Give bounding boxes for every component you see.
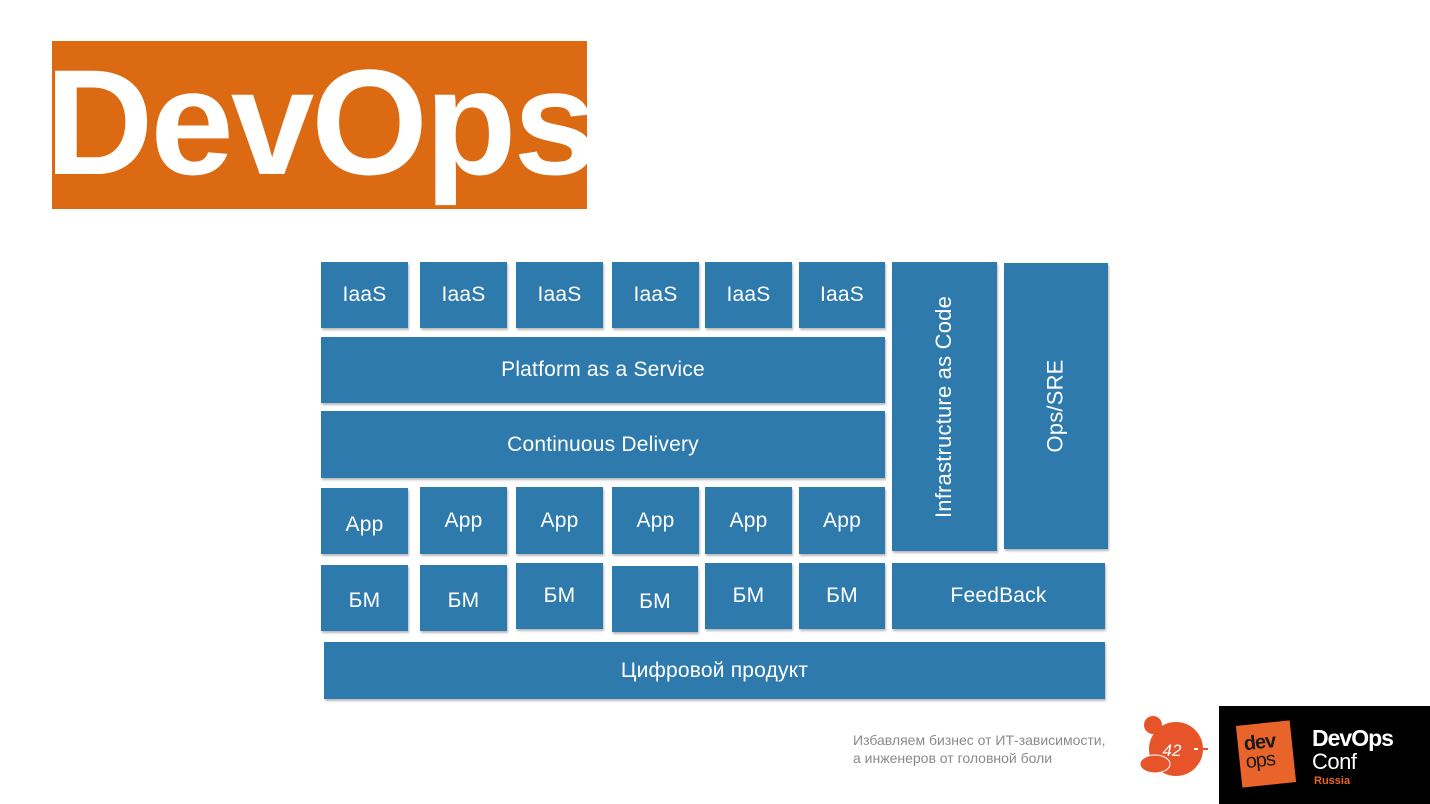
app-block: App: [612, 487, 699, 554]
feedback-block: FeedBack: [892, 563, 1105, 629]
iaas-block: IaaS: [799, 262, 885, 328]
bm-label: БМ: [732, 584, 765, 607]
app-label: App: [636, 508, 675, 532]
iaas-label: IaaS: [726, 283, 771, 306]
iaas-block: IaaS: [612, 262, 699, 328]
conf-name: DevOps: [1312, 725, 1394, 751]
bm-block: БМ: [420, 565, 507, 631]
continuous-delivery-label: Continuous Delivery: [507, 432, 699, 456]
devops-conf-logo: dev ops DevOps Conf Russia: [1219, 706, 1430, 804]
footer-tagline: Избавляем бизнес от ИТ-зависимости, а ин…: [853, 731, 1106, 767]
bm-block: БМ: [612, 566, 698, 632]
iaas-block: IaaS: [705, 262, 792, 328]
page-number: 42: [1163, 741, 1182, 760]
app-label: App: [540, 508, 579, 532]
bm-label: БМ: [447, 589, 480, 612]
app-label: App: [444, 508, 483, 532]
paas-block: Platform as a Service: [321, 337, 885, 403]
tagline-line-1: Избавляем бизнес от ИТ-зависимости,: [853, 732, 1106, 748]
bm-block: БМ: [516, 563, 603, 629]
digital-product-label: Цифровой продукт: [620, 658, 809, 682]
bm-block: БМ: [705, 563, 792, 629]
conf-label: Conf: [1312, 749, 1357, 774]
tagline-line-2: а инженеров от головной боли: [853, 750, 1053, 766]
bm-label: БМ: [348, 589, 381, 612]
bm-block: БМ: [799, 563, 885, 629]
iaas-block: IaaS: [321, 262, 408, 328]
bm-label: БМ: [826, 584, 858, 607]
app-block: App: [799, 487, 885, 554]
iaas-label: IaaS: [633, 283, 678, 306]
iaas-block: IaaS: [420, 262, 507, 328]
page-badge-icon: 42: [1139, 716, 1208, 776]
iaas-label: IaaS: [342, 283, 387, 306]
feedback-label: FeedBack: [950, 584, 1047, 607]
ops-sre-label: Ops/SRE: [1042, 359, 1068, 453]
conf-country: Russia: [1314, 775, 1351, 787]
iaas-label: IaaS: [537, 283, 582, 306]
bm-label: БМ: [543, 584, 576, 607]
paas-label: Platform as a Service: [501, 358, 705, 381]
bm-block: БМ: [321, 565, 408, 631]
iaas-label: IaaS: [441, 283, 486, 306]
logo-ops-text: ops: [1244, 748, 1276, 774]
digital-product-block: Цифровой продукт: [324, 642, 1105, 699]
app-label: App: [729, 508, 768, 532]
app-block: App: [516, 487, 603, 554]
ops-sre-block: Ops/SRE: [1004, 263, 1108, 549]
iaas-block: IaaS: [516, 262, 603, 328]
app-label: App: [823, 508, 861, 532]
app-label: App: [345, 513, 384, 536]
app-block: App: [321, 488, 408, 554]
app-block: App: [420, 487, 507, 554]
slide-title: DevOps: [45, 41, 597, 209]
infrastructure-as-code-label: Infrastructure as Code: [931, 295, 957, 518]
app-block: App: [705, 487, 792, 554]
iaas-label: IaaS: [820, 283, 864, 306]
continuous-delivery-block: Continuous Delivery: [321, 411, 885, 478]
bm-label: БМ: [639, 590, 671, 613]
infrastructure-as-code-block: Infrastructure as Code: [892, 262, 997, 551]
slide-title-text: DevOps: [45, 38, 597, 206]
page-number-badge: 42: [1138, 714, 1208, 778]
devops-logo-square: dev ops: [1235, 720, 1297, 788]
